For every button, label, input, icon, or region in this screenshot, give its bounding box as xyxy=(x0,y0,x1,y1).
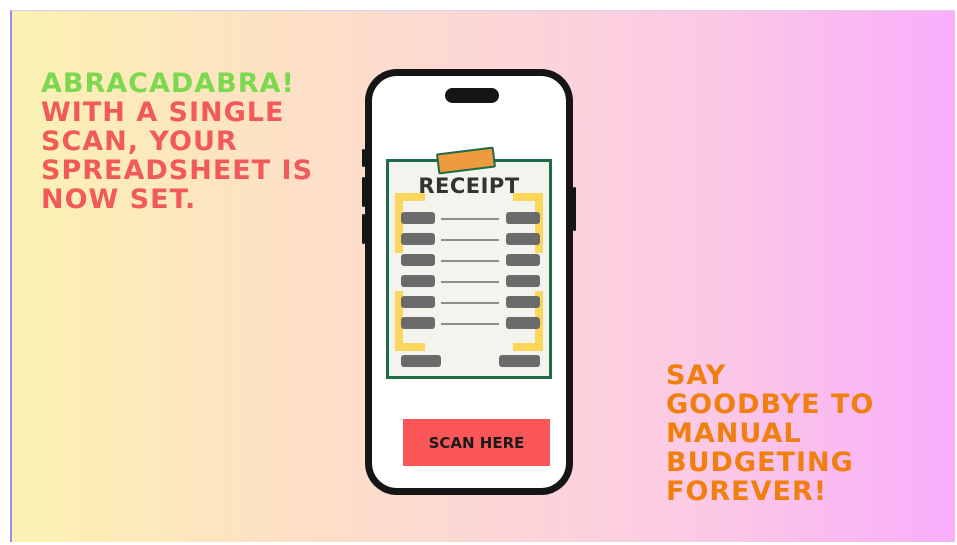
receipt: RECEIPT xyxy=(386,159,552,379)
receipt-item-line xyxy=(441,281,499,283)
receipt-item-line xyxy=(441,302,499,304)
headline-body: WITH A SINGLE SCAN, YOUR SPREADSHEET IS … xyxy=(41,97,314,215)
receipt-item-bar xyxy=(401,296,435,308)
receipt-item-line xyxy=(441,260,499,262)
tagline: SAY GOODBYE TO MANUAL BUDGETING FOREVER! xyxy=(666,360,875,507)
receipt-item-line xyxy=(441,218,499,220)
phone-screen: RECEIPT SCAN HERE xyxy=(372,76,566,488)
phone-volume-down-button xyxy=(362,214,365,244)
receipt-total-value-bar xyxy=(499,355,540,367)
canvas: ABRACADABRA! WITH A SINGLE SCAN, YOUR SP… xyxy=(10,10,955,542)
receipt-item-line xyxy=(441,239,499,241)
receipt-item-line xyxy=(441,323,499,325)
phone-illustration: RECEIPT SCAN HERE xyxy=(362,69,576,495)
phone-power-button xyxy=(573,187,576,231)
phone-volume-up-button xyxy=(362,177,365,207)
headline: ABRACADABRA! WITH A SINGLE SCAN, YOUR SP… xyxy=(41,69,313,214)
headline-magic-word: ABRACADABRA! xyxy=(41,68,295,99)
receipt-price-bar xyxy=(506,317,540,329)
receipt-item-bar xyxy=(401,212,435,224)
receipt-item-bar xyxy=(401,233,435,245)
receipt-item-bar xyxy=(401,254,435,266)
receipt-item-bar xyxy=(401,275,435,287)
scan-here-button[interactable]: SCAN HERE xyxy=(403,419,550,466)
phone-side-button xyxy=(362,149,365,167)
receipt-total-label-bar xyxy=(401,355,441,367)
receipt-price-bar xyxy=(506,275,540,287)
receipt-price-bar xyxy=(506,254,540,266)
receipt-price-bar xyxy=(506,233,540,245)
receipt-price-bar xyxy=(506,296,540,308)
phone-notch xyxy=(445,88,499,103)
receipt-price-bar xyxy=(506,212,540,224)
receipt-item-bar xyxy=(401,317,435,329)
